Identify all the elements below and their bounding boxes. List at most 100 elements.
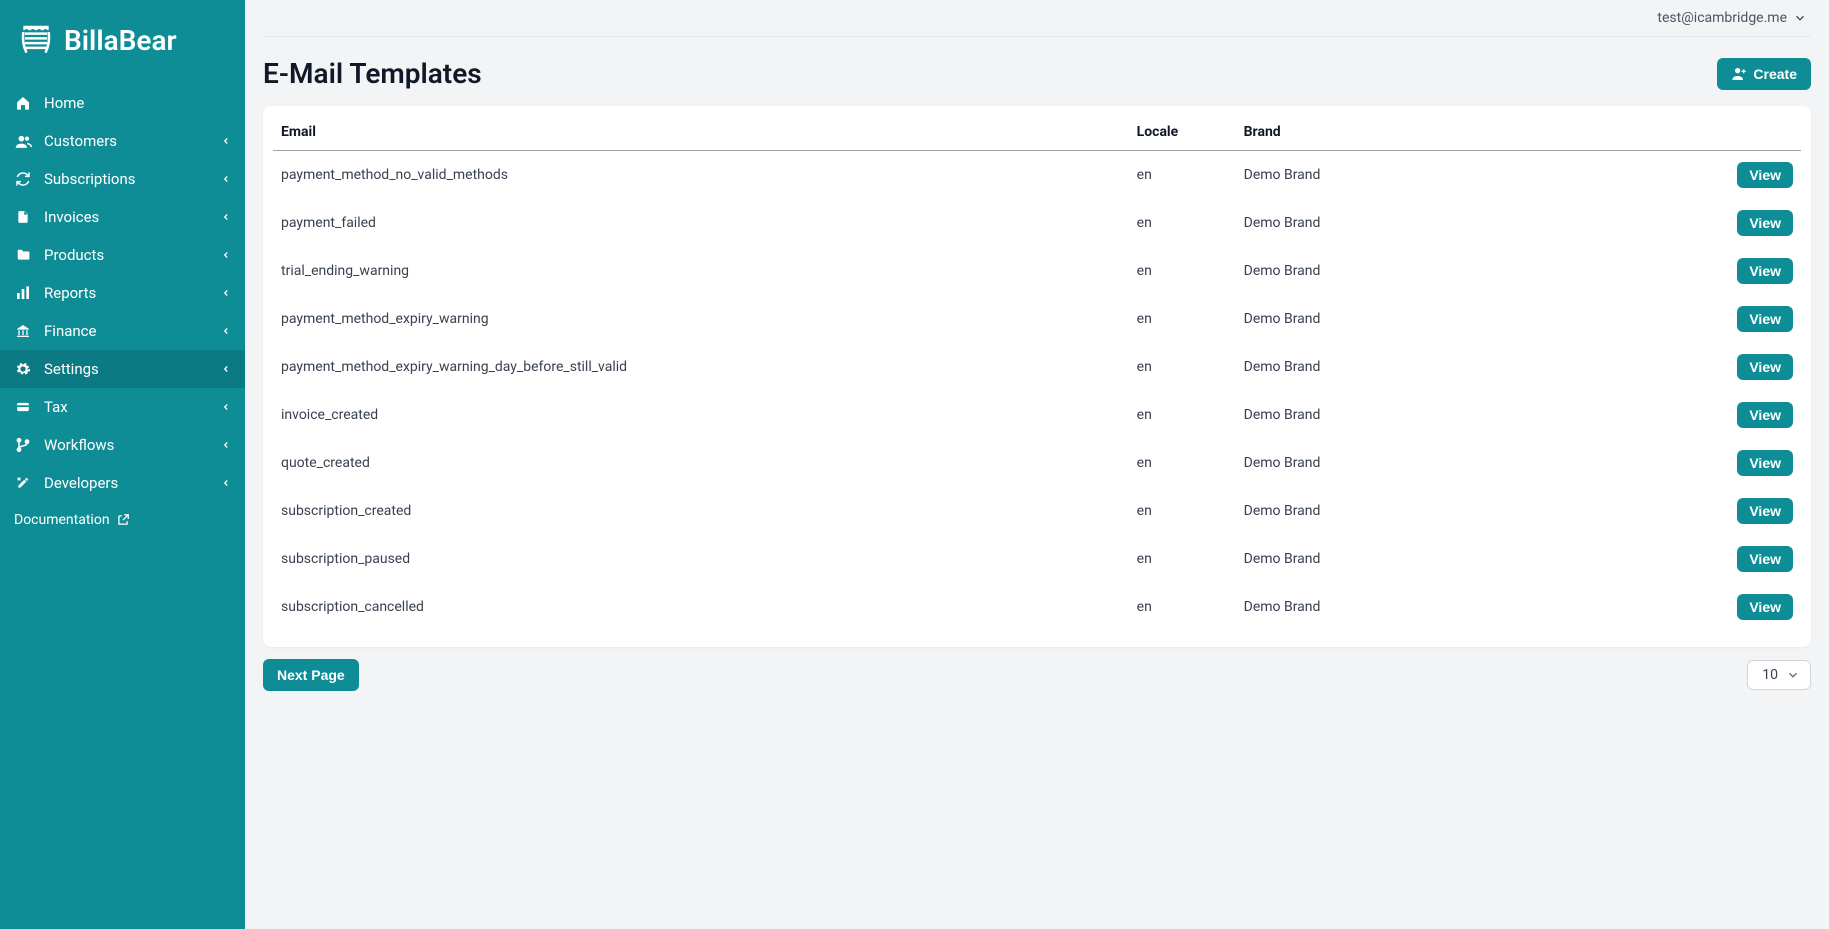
cell-actions: View <box>1618 295 1801 343</box>
chevron-left-icon <box>221 401 231 413</box>
cell-locale: en <box>1129 199 1236 247</box>
sidebar-item-subscriptions[interactable]: Subscriptions <box>0 160 245 198</box>
table-row: payment_method_expiry_warning_day_before… <box>273 343 1801 391</box>
sidebar-item-invoices[interactable]: Invoices <box>0 198 245 236</box>
cell-brand: Demo Brand <box>1236 343 1618 391</box>
table-row: subscription_cancelledenDemo Brand View <box>273 583 1801 631</box>
view-button[interactable]: View <box>1737 306 1793 332</box>
sidebar-item-label: Subscriptions <box>44 170 135 188</box>
cell-brand: Demo Brand <box>1236 583 1618 631</box>
card-icon <box>14 400 32 414</box>
refresh-icon <box>14 171 32 187</box>
view-button[interactable]: View <box>1737 546 1793 572</box>
cell-brand: Demo Brand <box>1236 487 1618 535</box>
cell-email: payment_method_no_valid_methods <box>273 151 1129 200</box>
col-header-email: Email <box>273 114 1129 151</box>
table-row: payment_failedenDemo Brand View <box>273 199 1801 247</box>
chart-icon <box>14 285 32 301</box>
main-content: test@icambridge.me E-Mail Templates Crea… <box>245 0 1829 929</box>
table-row: invoice_createdenDemo BrandView <box>273 391 1801 439</box>
chevron-left-icon <box>221 477 231 489</box>
col-header-locale: Locale <box>1129 114 1236 151</box>
chevron-down-icon <box>1786 668 1800 682</box>
cell-locale: en <box>1129 487 1236 535</box>
view-button[interactable]: View <box>1737 258 1793 284</box>
sidebar-item-label: Settings <box>44 360 99 378</box>
cell-email: subscription_created <box>273 487 1129 535</box>
chevron-down-icon[interactable] <box>1793 11 1807 25</box>
cell-email: payment_method_expiry_warning_day_before… <box>273 343 1129 391</box>
gear-icon <box>14 361 32 377</box>
cell-brand: Demo Brand <box>1236 535 1618 583</box>
cell-brand: Demo Brand <box>1236 199 1618 247</box>
cell-locale: en <box>1129 343 1236 391</box>
table-row: payment_method_expiry_warningenDemo Bran… <box>273 295 1801 343</box>
cell-brand: Demo Brand <box>1236 295 1618 343</box>
sidebar-item-label: Developers <box>44 474 118 492</box>
sidebar-item-label: Finance <box>44 322 96 340</box>
cell-locale: en <box>1129 295 1236 343</box>
documentation-link[interactable]: Documentation <box>0 502 245 538</box>
view-button[interactable]: View <box>1737 210 1793 236</box>
view-button[interactable]: View <box>1737 354 1793 380</box>
page-title: E-Mail Templates <box>263 57 482 90</box>
create-button[interactable]: Create <box>1717 58 1811 90</box>
next-page-button[interactable]: Next Page <box>263 659 359 691</box>
sidebar-item-label: Tax <box>44 398 68 416</box>
sidebar-item-developers[interactable]: Developers <box>0 464 245 502</box>
cell-locale: en <box>1129 247 1236 295</box>
cell-actions: View <box>1618 535 1801 583</box>
cell-actions: View <box>1618 391 1801 439</box>
tools-icon <box>14 475 32 491</box>
cell-email: invoice_created <box>273 391 1129 439</box>
brand-logo[interactable]: BillaBear <box>0 0 245 84</box>
nav-list: Home Customers Subscriptions Invoices Produc… <box>0 84 245 502</box>
sidebar-item-customers[interactable]: Customers <box>0 122 245 160</box>
view-button[interactable]: View <box>1737 402 1793 428</box>
page-size-select[interactable]: 10 <box>1747 660 1811 690</box>
sidebar-item-reports[interactable]: Reports <box>0 274 245 312</box>
view-button[interactable]: View <box>1737 594 1793 620</box>
sidebar-item-tax[interactable]: Tax <box>0 388 245 426</box>
cell-actions: View <box>1618 439 1801 487</box>
topbar: test@icambridge.me <box>263 0 1811 37</box>
cell-actions: View <box>1618 151 1801 200</box>
table-row: quote_createdenDemo BrandView <box>273 439 1801 487</box>
sidebar-item-label: Reports <box>44 284 96 302</box>
sidebar-item-settings[interactable]: Settings <box>0 350 245 388</box>
create-label: Create <box>1753 66 1797 82</box>
cell-actions: View <box>1618 583 1801 631</box>
cell-brand: Demo Brand <box>1236 247 1618 295</box>
user-email[interactable]: test@icambridge.me <box>1657 10 1787 26</box>
home-icon <box>14 95 32 111</box>
sidebar-item-label: Invoices <box>44 208 99 226</box>
sidebar-item-label: Home <box>44 94 84 112</box>
users-icon <box>14 133 32 150</box>
cell-brand: Demo Brand <box>1236 151 1618 200</box>
cell-email: payment_failed <box>273 199 1129 247</box>
sidebar-item-home[interactable]: Home <box>0 84 245 122</box>
brand-name: BillaBear <box>64 24 177 57</box>
logo-icon <box>16 20 56 60</box>
cell-locale: en <box>1129 151 1236 200</box>
cell-actions: View <box>1618 247 1801 295</box>
chevron-left-icon <box>221 173 231 185</box>
sidebar-item-products[interactable]: Products <box>0 236 245 274</box>
chevron-left-icon <box>221 363 231 375</box>
chevron-left-icon <box>221 211 231 223</box>
cell-email: subscription_cancelled <box>273 583 1129 631</box>
cell-locale: en <box>1129 535 1236 583</box>
documentation-label: Documentation <box>14 512 110 528</box>
view-button[interactable]: View <box>1737 162 1793 188</box>
page-size-value: 10 <box>1762 667 1778 683</box>
cell-locale: en <box>1129 583 1236 631</box>
person-plus-icon <box>1731 66 1747 82</box>
sidebar-item-finance[interactable]: Finance <box>0 312 245 350</box>
view-button[interactable]: View <box>1737 450 1793 476</box>
view-button[interactable]: View <box>1737 498 1793 524</box>
cell-email: payment_method_expiry_warning <box>273 295 1129 343</box>
templates-table: Email Locale Brand payment_method_no_val… <box>273 114 1801 631</box>
sidebar-item-workflows[interactable]: Workflows <box>0 426 245 464</box>
cell-brand: Demo Brand <box>1236 439 1618 487</box>
table-row: trial_ending_warningenDemo BrandView <box>273 247 1801 295</box>
